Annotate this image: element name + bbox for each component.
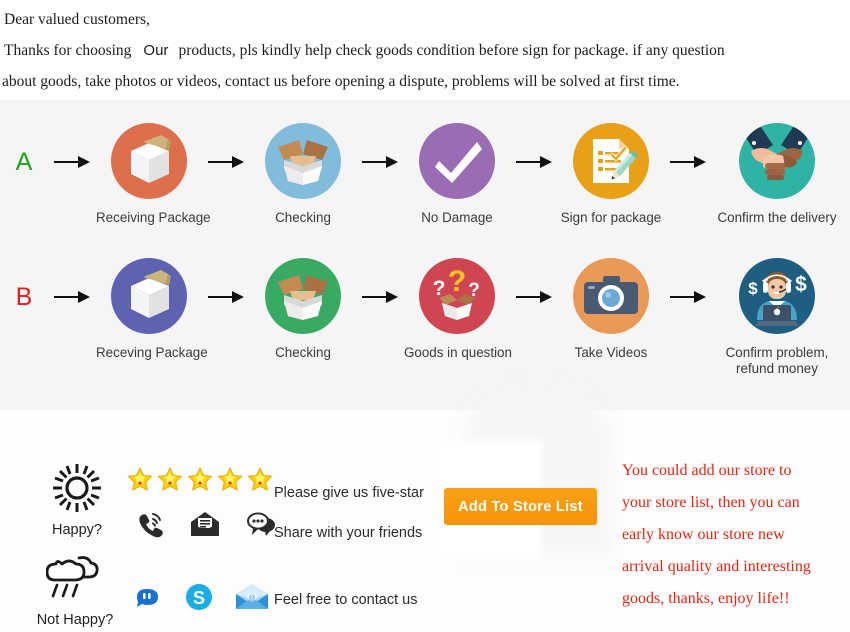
arrow-right-icon [664,247,712,347]
promo-line-1: You could add our store to [622,462,792,479]
arrow-right-icon [664,112,712,212]
step-label: No Damage [421,210,493,225]
arrow-right-icon [510,247,558,347]
step-goods-in-question: ? ? ? Goods in question [404,247,512,361]
promo-line-5: goods, thanks, enjoy life!! [622,590,790,607]
arrow-right-icon [510,112,558,212]
handshake-glyph [743,127,811,180]
intro-line-1: Dear valued customers, [4,11,150,28]
arrow-right-icon [356,112,404,212]
camera-icon [573,258,649,334]
open-box-glyph [278,140,328,185]
step-sign-for-package: Sign for package [558,112,664,226]
star-icon [157,466,183,491]
mood-not-happy: Not Happy? [20,552,130,628]
open-box-icon [265,258,341,334]
check-mark-icon [419,123,495,199]
row-a-letter: A [15,148,33,176]
intro-line-3: about goods, take photos or videos, cont… [2,73,680,90]
arrow-right-icon [48,247,96,347]
step-label: Receiving Package [96,210,211,225]
handshake-icon [739,123,815,199]
contact-message: Feel free to contact us [274,592,418,608]
flow-row-a: A Receiving Package Checking No Damage S… [0,112,850,247]
step-no-damage: No Damage [404,112,510,226]
svg-text:@: @ [248,595,255,602]
check-mark-glyph [435,142,482,183]
arrow-right-icon [356,247,404,347]
step-label-line2: refund money [736,361,818,376]
step-checking-a: Checking [250,112,356,226]
svg-text:?: ? [448,265,466,298]
skype-icon[interactable]: S [185,583,213,611]
svg-text:$: $ [795,273,807,296]
phone-ring-icon[interactable] [136,510,164,538]
process-flow-band: A Receiving Package Checking No Damage S… [0,100,850,410]
rain-cloud-icon [45,556,99,598]
promo-line-3: early know our store new [622,526,785,543]
step-label: Checking [275,210,331,225]
promo-text-block: You could add our store to your store li… [622,455,850,615]
arrow-right-icon [202,247,250,347]
mood-not-happy-label: Not Happy? [36,612,114,628]
step-label: Confirm the delivery [717,210,837,225]
intro-line-2-before: Thanks for choosing [4,42,132,59]
mood-happy: Happy? [22,462,132,538]
closed-box-icon [111,258,187,334]
envelope-message-icon[interactable] [190,511,220,537]
five-star-message: Please give us five-star [274,485,424,501]
step-confirm-problem-refund: $ $ Confirm problem, refund money [712,247,842,377]
contact-icons-row-1 [136,510,276,538]
step-label: Take Videos [574,345,648,360]
intro-line-2-after: products, pls kindly help check goods co… [178,42,725,59]
add-to-store-list-button[interactable]: Add To Store List [444,488,597,525]
promo-line-4: arrival quality and interesting [622,558,811,575]
sign-document-icon [573,123,649,199]
svg-text:S: S [193,588,205,608]
step-receiving-package-a: Receiving Package [96,112,211,226]
star-icon [247,466,273,491]
sun-icon [53,464,101,512]
row-b-letter: B [15,283,33,311]
support-agent-icon: $ $ [739,258,815,334]
chat-bubble-icon[interactable] [246,511,276,537]
question-box-icon: ? ? ? [419,258,495,334]
closed-box-glyph [131,135,171,183]
arrow-right-icon [48,112,96,212]
open-box-icon [265,123,341,199]
step-receiving-package-b: Receving Package [96,247,208,361]
contact-icons-row-2: S @ [133,583,269,611]
star-icon [217,466,243,491]
arrow-right-icon [202,112,250,212]
step-label: Sign for package [560,210,662,225]
question-box-glyph: ? ? ? [433,265,480,320]
step-label: Receving Package [96,345,208,360]
star-rating [127,466,273,492]
step-label: Checking [275,345,331,360]
step-checking-b: Checking [250,247,356,361]
intro-text-block: Dear valued customers, Thanks for choosi… [0,0,850,100]
closed-box-glyph [131,270,171,318]
svg-text:$: $ [748,279,758,298]
aliwangwang-icon[interactable] [133,584,163,610]
camera-glyph [584,276,638,314]
flow-row-b: B Receving Package Checking ? ? ? Goods … [0,247,850,382]
email-envelope-icon[interactable]: @ [235,583,269,611]
promo-line-2: your store list, then you can [622,494,800,511]
step-take-videos: Take Videos [558,247,664,361]
support-agent-glyph: $ $ [748,272,807,326]
intro-our-word: Our [143,42,169,59]
mood-happy-label: Happy? [52,522,102,538]
share-message: Share with your friends [274,525,423,541]
step-label-line1: Confirm problem, [725,345,829,360]
step-confirm-delivery: Confirm the delivery [712,112,842,226]
sign-document-glyph [593,139,639,183]
intro-line-2: Thanks for choosing Our products, pls kind… [2,35,848,66]
star-icon [187,466,213,491]
closed-box-icon [111,123,187,199]
step-label: Goods in question [404,345,512,360]
open-box-glyph [278,275,328,320]
star-icon [127,466,153,491]
